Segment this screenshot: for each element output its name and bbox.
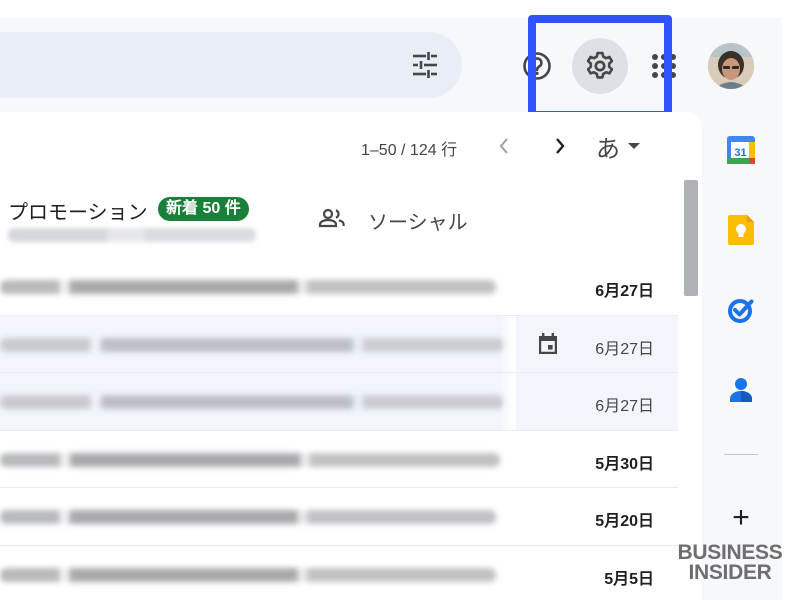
tab-social-label: ソーシャル [368,212,468,234]
calendar-event-icon [539,332,557,354]
email-row[interactable]: 6月27日 [0,258,678,316]
apps-grid-icon [652,54,676,78]
email-date: 5月20日 [595,513,654,530]
email-date: 6月27日 [595,398,654,415]
email-preview-blurred [0,567,496,582]
side-panel-divider [724,454,758,455]
get-addons-button[interactable]: + [725,502,757,534]
profile-photo [708,43,754,89]
watermark-line-1: BUSINESS [677,541,783,564]
new-count-badge: 新着 50 件 [158,197,249,221]
row-fade [500,430,516,487]
keep-app-icon [728,215,754,245]
scrollbar-thumb[interactable] [684,180,698,296]
email-list: 6月27日 6月27日 6月27日 5月30日 5月20日 5月5日 [0,258,678,600]
previous-page-button[interactable] [490,130,518,162]
pagination-range: 1–50 / 124 行 [361,142,458,159]
window-top-edge [0,0,800,18]
row-fade [500,545,516,600]
email-row[interactable]: 6月27日 [0,315,678,373]
email-row[interactable]: 6月27日 [0,373,678,431]
calendar-day-number: 31 [734,147,746,159]
help-button[interactable] [517,46,557,86]
input-tool-label: あ [596,135,620,163]
email-preview-blurred [0,510,496,524]
watermark-line-2: INSIDER [688,561,772,584]
row-meta: 5月20日 [516,488,678,545]
chevron-right-icon [556,138,565,154]
row-fade [500,258,516,315]
calendar-app-button[interactable]: 31 [725,134,757,166]
google-apps-button[interactable] [644,46,684,86]
input-tools-button[interactable]: あ [596,130,656,163]
next-page-button[interactable] [546,130,574,162]
contacts-app-icon [730,378,752,402]
email-date: 5月5日 [604,570,654,588]
chevron-left-icon [499,138,508,154]
tasks-app-button[interactable] [725,294,757,326]
email-row[interactable]: 5月20日 [0,488,678,546]
email-preview-blurred [0,280,496,294]
row-meta: 6月27日 [516,315,678,372]
email-preview-blurred [0,337,504,352]
plus-icon: + [732,501,750,534]
email-preview-blurred [0,452,500,467]
help-icon [523,52,551,80]
search-options-button[interactable] [405,43,445,87]
email-row[interactable]: 5月5日 [0,545,678,600]
settings-button[interactable] [572,38,628,94]
row-meta: 6月27日 [516,373,678,430]
email-date: 6月27日 [595,340,654,358]
gear-icon [586,51,614,79]
row-meta: 6月27日 [516,258,678,315]
caret-down-icon [628,143,640,149]
row-meta: 5月30日 [516,430,678,487]
email-row[interactable]: 5月30日 [0,430,678,488]
tasks-app-icon [728,299,754,323]
search-bar[interactable] [0,32,462,98]
filter-icon [413,52,437,78]
people-icon [318,208,345,228]
contacts-app-button[interactable] [725,374,757,406]
email-preview-blurred [0,395,504,409]
calendar-app-icon: 31 [727,136,755,164]
row-meta: 5月5日 [516,545,678,600]
row-fade [500,315,516,372]
keep-app-button[interactable] [725,214,757,246]
tab-senders-preview [8,228,256,242]
business-insider-watermark: BUSINESS INSIDER [676,541,784,584]
tab-promotions[interactable]: プロモーション 新着 50 件 [0,186,300,258]
row-fade [500,488,516,545]
window-right-edge [782,0,800,600]
email-date: 5月30日 [595,455,654,473]
side-panel: 31 + [702,112,782,600]
tab-promotions-label: プロモーション [8,202,148,224]
account-avatar[interactable] [708,43,754,89]
email-date: 6月27日 [595,283,654,300]
row-fade [500,373,516,430]
tab-social[interactable]: ソーシャル [310,186,510,258]
